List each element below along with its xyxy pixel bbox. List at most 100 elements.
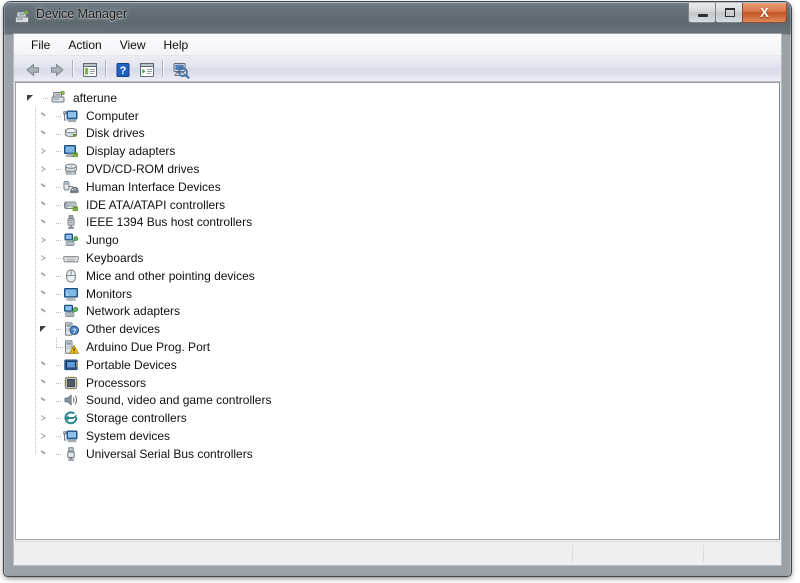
tree-item[interactable]: Keyboards [37,249,779,267]
tree-expander-collapsed[interactable] [37,392,50,410]
tree-connector [50,142,63,160]
tree-expander-collapsed[interactable] [37,374,50,392]
tree-item[interactable]: Human Interface Devices [37,178,779,196]
tree-item-label: System devices [86,429,171,444]
tree-item[interactable]: DVD/CD-ROM drives [37,160,779,178]
tree-item-label: IDE ATA/ATAPI controllers [86,197,226,212]
tree-expander-expanded[interactable] [24,89,37,107]
tree-expander-collapsed[interactable] [37,196,50,214]
keyboard-icon [63,250,79,266]
tree-expander-collapsed[interactable] [37,303,50,321]
tree-connector [50,392,63,410]
disk-drive-icon [63,125,79,141]
tree-connector [50,107,63,125]
tree-expander-collapsed[interactable] [37,107,50,125]
tree-expander-collapsed[interactable] [37,445,50,463]
tree-item-label: Sound, video and game controllers [86,393,272,408]
tree-item[interactable]: ? Other devices [37,320,779,338]
tree-item-label: Keyboards [86,251,144,266]
tree-children: Computer Disk drives Display adapters DVD/C… [16,106,779,463]
minimize-button[interactable] [688,3,716,23]
tree-expander-collapsed[interactable] [37,178,50,196]
tree-connector [50,320,63,338]
network-node-icon [63,232,79,248]
scan-hardware-button[interactable] [168,58,190,80]
tree-item[interactable]: Disk drives [37,125,779,143]
tree-expander-collapsed[interactable] [37,356,50,374]
processor-icon [63,375,79,391]
tree-connector [50,231,63,249]
tree-expander-collapsed[interactable] [37,409,50,427]
tree-item[interactable]: Display adapters [37,142,779,160]
tree-expander-collapsed[interactable] [37,142,50,160]
tree-connector [50,178,63,196]
tree-expander-collapsed[interactable] [37,214,50,232]
tree-item[interactable]: Jungo [37,231,779,249]
tree-expander-expanded[interactable] [37,320,50,338]
other-devices-icon: ? [63,321,79,337]
tree-connector [50,285,63,303]
tree-connector [50,356,63,374]
tree-item[interactable]: Monitors [37,285,779,303]
tree-item[interactable]: IDE ATA/ATAPI controllers [37,196,779,214]
portable-device-icon [63,357,79,373]
tree-connector [50,303,63,321]
tree-expander-collapsed[interactable] [37,160,50,178]
tree-item[interactable]: Universal Serial Bus controllers [37,445,779,463]
tree-item-label: Other devices [86,322,161,337]
tree-item[interactable]: Portable Devices [37,356,779,374]
tree-expander-collapsed[interactable] [37,249,50,267]
menu-help[interactable]: Help [155,36,198,54]
tree-expander-collapsed[interactable] [37,267,50,285]
close-button[interactable]: X [742,3,787,23]
menu-view[interactable]: View [111,36,155,54]
window-controls: X [688,3,787,24]
tree-expander-collapsed[interactable] [37,231,50,249]
menu-action[interactable]: Action [59,36,110,54]
sound-controller-icon [63,392,79,408]
tree-item[interactable]: Computer [37,107,779,125]
tree-expander-collapsed[interactable] [37,285,50,303]
tree-connector [50,409,63,427]
tree-expander-collapsed[interactable] [37,125,50,143]
tree-item-label: Disk drives [86,126,145,141]
dvd-drive-icon [63,161,79,177]
tree-guide-line [35,106,36,454]
title-bar[interactable]: Device Manager X [4,2,791,32]
close-icon: X [760,5,769,20]
tree-root-label: afterune [73,90,118,105]
back-button[interactable] [21,58,43,80]
tree-item[interactable]: Processors [37,374,779,392]
mouse-icon [63,268,79,284]
forward-button[interactable] [45,58,67,80]
menu-file[interactable]: File [22,36,59,54]
tree-item[interactable]: Network adapters [37,303,779,321]
status-separator-2 [703,545,704,562]
ieee1394-icon [63,214,79,230]
usb-controller-icon [63,446,79,462]
properties-button[interactable] [135,58,157,80]
tree-item[interactable]: Storage controllers [37,409,779,427]
tree-expander-collapsed[interactable] [37,427,50,445]
tree-item-label: Universal Serial Bus controllers [86,446,253,461]
tree-connector [50,214,63,232]
toolbar-separator [162,60,163,77]
maximize-button[interactable] [715,3,743,23]
client-area: File Action View Help ? afterune Compute… [13,33,782,566]
maximize-icon [725,8,735,17]
help-button[interactable]: ? [111,58,133,80]
tree-root-item[interactable]: afterune [16,89,779,107]
show-console-tree-button[interactable] [78,58,100,80]
tree-item[interactable]: System devices [37,427,779,445]
tree-item[interactable]: IEEE 1394 Bus host controllers [37,214,779,232]
tree-item[interactable]: Mice and other pointing devices [37,267,779,285]
ide-controller-icon [63,197,79,213]
tree-item[interactable]: Arduino Due Prog. Port [37,338,779,356]
device-tree-pane[interactable]: afterune Computer Disk drives Display adapt… [15,82,780,540]
svg-text:?: ? [72,328,76,335]
device-manager-window: Device Manager X File Action View Help ?… [4,2,791,576]
tree-connector [50,267,63,285]
tree-connector [50,374,63,392]
tree-item[interactable]: Sound, video and game controllers [37,392,779,410]
